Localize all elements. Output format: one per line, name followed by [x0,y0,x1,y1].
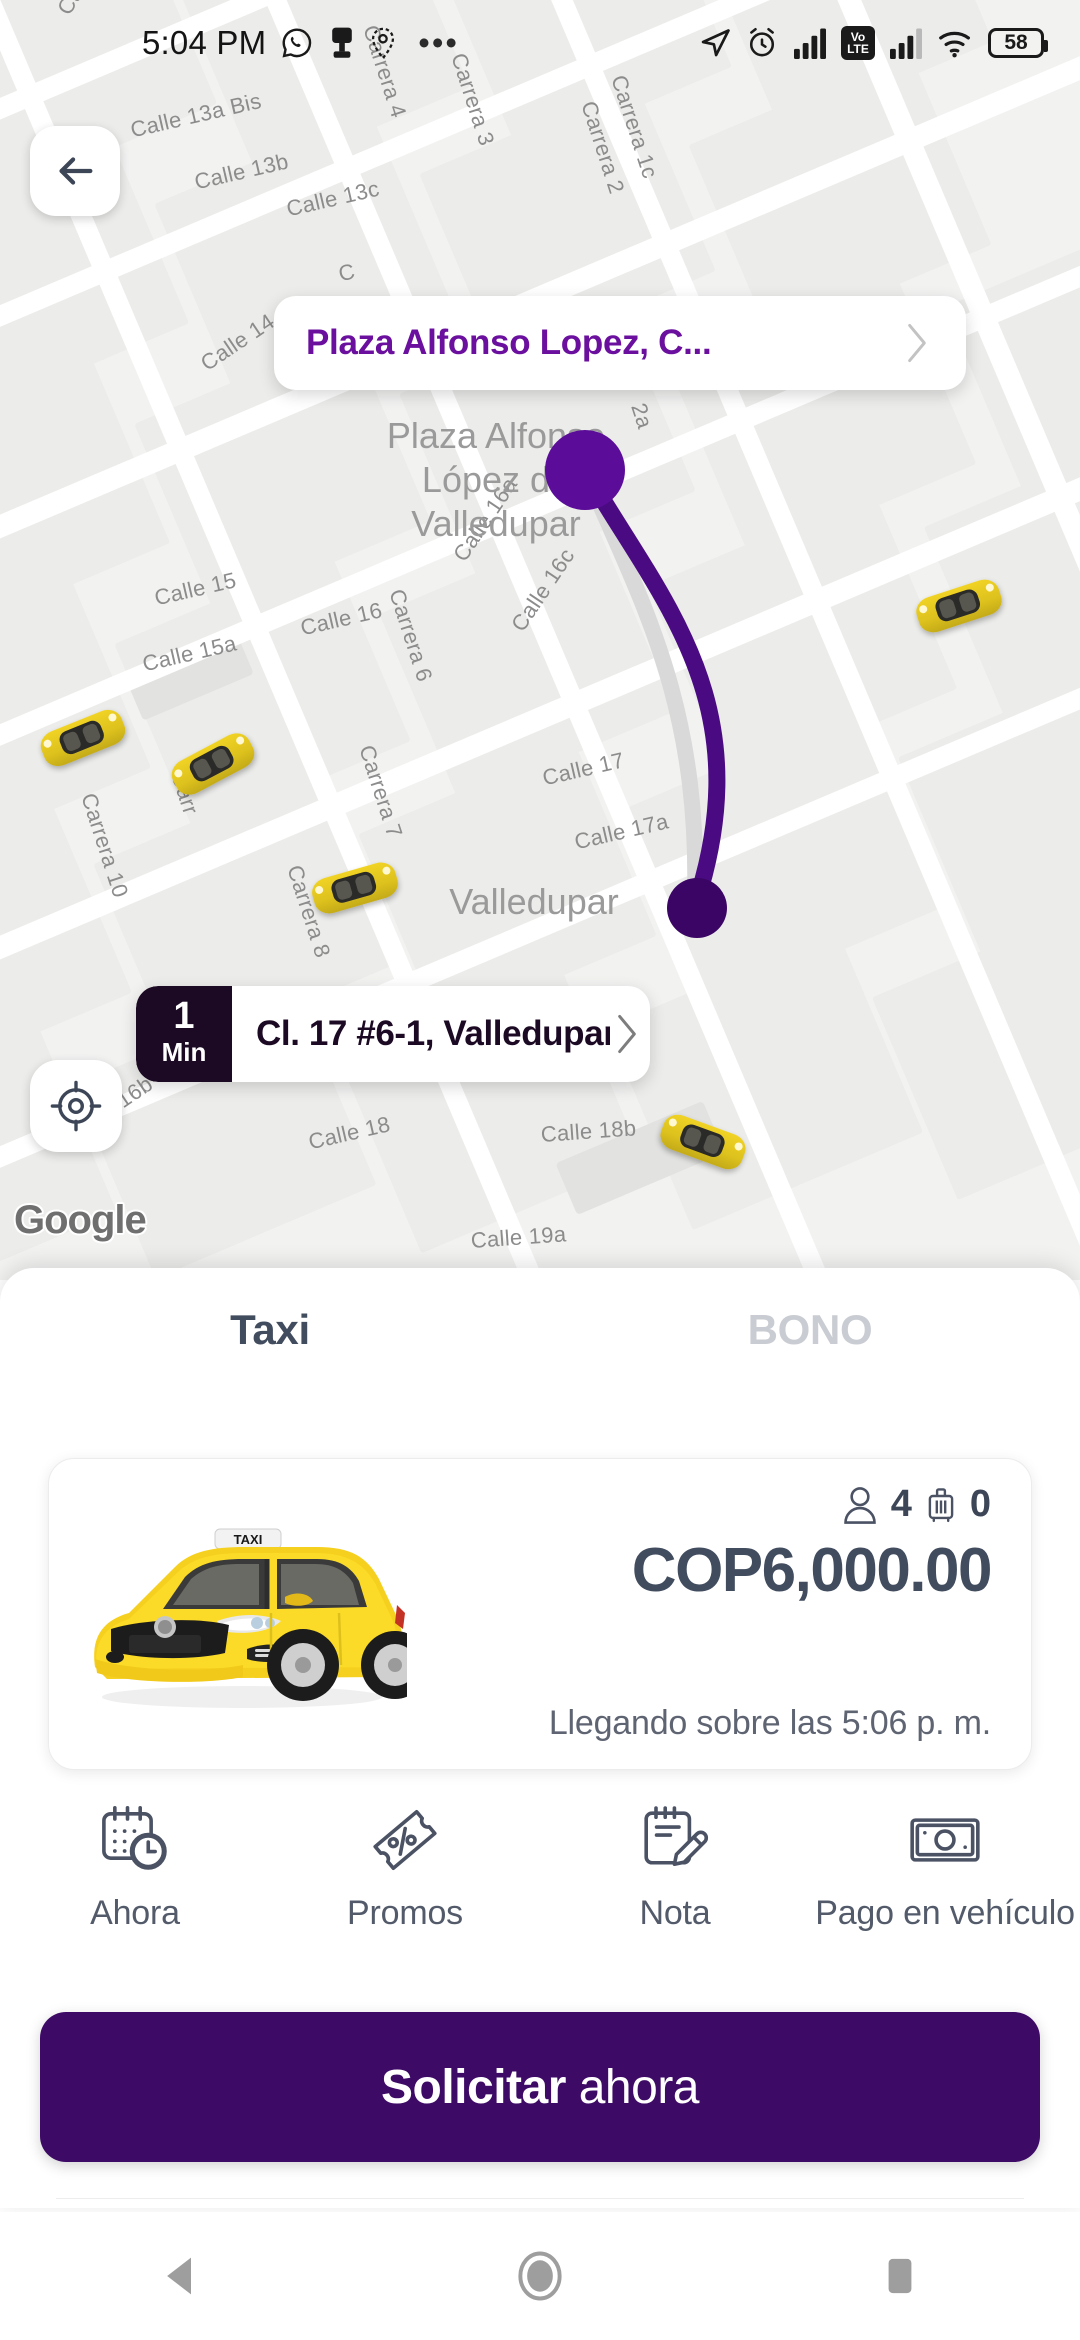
capacity-row: 4 0 [843,1483,991,1526]
option-label: Ahora [90,1894,180,1932]
status-time: 5:04 PM [142,24,267,61]
battery-level: 58 [1004,31,1028,54]
pickup-card[interactable]: 1 Min Cl. 17 #6-1, Valledupar,... [136,986,650,1082]
banknote-icon [907,1798,983,1876]
eta-badge: 1 Min [136,986,232,1082]
chevron-right-icon [900,321,940,365]
destination-card[interactable]: Plaza Alfonso Lopez, C... [274,296,966,390]
request-now-label: Solicitar ahora [380,2060,700,2115]
route-overlay [545,430,727,938]
tab-bono[interactable]: BONO [540,1306,1080,1354]
nav-home-button[interactable] [460,2251,620,2301]
signal-bars-2-icon [890,28,922,59]
option-pago-vehiculo[interactable]: Pago en vehículo [810,1798,1080,1933]
volte-bottom: LTE [847,42,869,56]
sheet-divider [56,2198,1024,2199]
android-nav-bar [0,2212,1080,2340]
back-arrow-icon [59,157,93,185]
tab-bar: Taxi BONO [0,1268,1080,1354]
whatsapp-icon [282,28,312,58]
navigation-arrow-icon [701,29,730,57]
eta-value: 1 [173,995,195,1038]
signal-bars-icon [794,28,826,59]
google-watermark: Google [14,1198,147,1242]
my-location-button[interactable] [30,1060,122,1152]
battery-icon: 58 [988,28,1048,58]
passenger-count: 4 [890,1483,912,1525]
taxi-vehicle-image: TAXI [94,1528,407,1708]
person-icon [843,1486,876,1524]
alarm-clock-icon [749,27,775,57]
pickup-address: Cl. 17 #6-1, Valledupar,... [256,1014,610,1053]
back-button[interactable] [30,126,120,216]
nav-back-button[interactable] [100,2254,260,2298]
price-amount: COP6,000.00 [631,1536,993,1605]
circle-home-icon [518,2251,562,2301]
suitcase-icon [928,1487,954,1522]
request-now-strong: Solicitar [380,2060,566,2114]
arrival-time: Llegando sobre las 5:06 p. m. [548,1704,991,1742]
taxi-roof-sign: TAXI [234,1532,263,1547]
location-pin-icon [372,27,395,60]
ticket-discount-icon [367,1798,443,1876]
crosshair-icon [50,1080,102,1132]
option-label: Nota [639,1894,711,1932]
option-ahora[interactable]: Ahora [0,1798,270,1933]
options-row: Ahora Promos Nota Pago en vehículo [0,1798,1080,1933]
calendar-clock-icon [97,1798,173,1876]
overflow-dots-icon: ••• [418,24,459,61]
request-now-button[interactable]: Solicitar ahora [40,2012,1040,2162]
destination-text: Plaza Alfonso Lopez, C... [306,323,712,362]
volte-icon: Vo LTE [841,26,875,60]
wifi-icon [939,31,970,58]
luggage-count: 0 [969,1483,991,1525]
option-label: Pago en vehículo [815,1894,1075,1932]
square-recents-icon [888,2258,912,2294]
option-nota[interactable]: Nota [540,1798,810,1933]
status-bar-left: 5:04 PM ••• [142,24,459,62]
note-pencil-icon [637,1798,713,1876]
option-promos[interactable]: Promos [270,1798,540,1933]
request-now-light: ahora [565,2060,700,2114]
nav-recents-button[interactable] [820,2253,980,2299]
eta-unit: Min [161,1037,207,1068]
screen-record-icon [332,27,353,58]
status-bar: 5:04 PM ••• Vo LTE 58 [0,0,1080,86]
option-label: Promos [347,1894,463,1932]
status-bar-right: Vo LTE 58 [698,26,1048,60]
map-canvas[interactable]: Calle Calle 13a Bis Calle 13b Calle 13c … [0,0,1080,1280]
tab-taxi[interactable]: Taxi [0,1306,540,1354]
chevron-right-icon [610,1012,650,1056]
vehicle-card[interactable]: TAXI 4 0 COP6,000.00 Llegando sobre las … [48,1458,1032,1770]
triangle-back-icon [167,2257,191,2295]
